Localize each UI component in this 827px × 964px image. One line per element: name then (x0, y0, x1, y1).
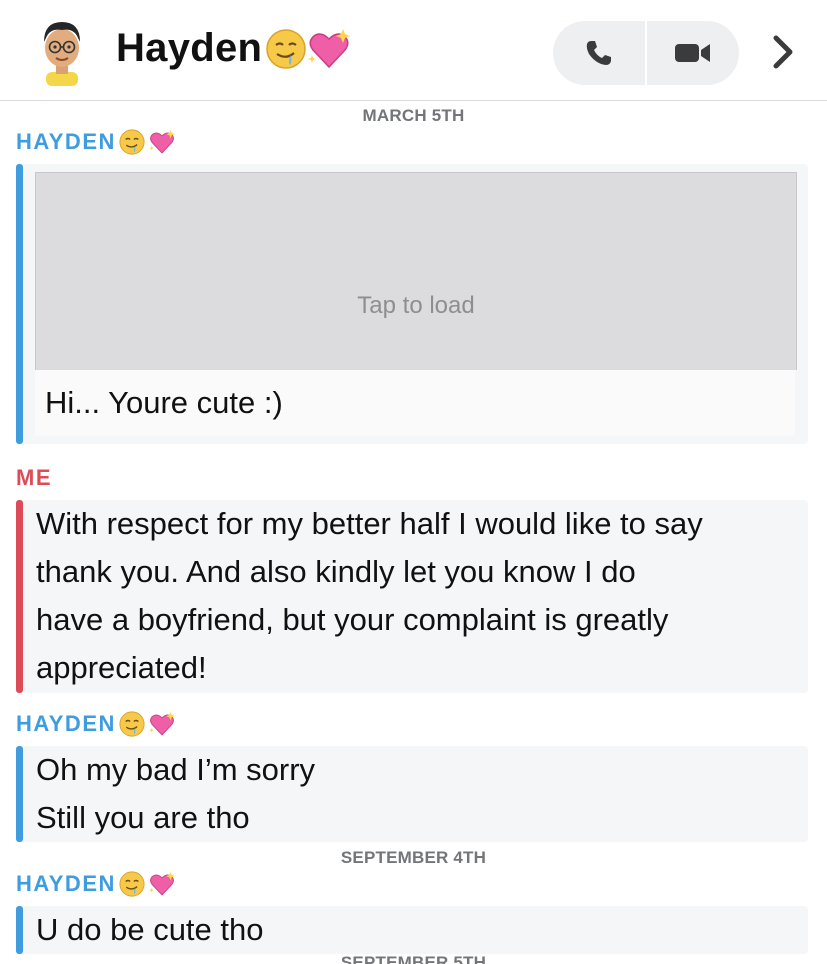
friend-message-bar (16, 164, 23, 444)
bitmoji-avatar[interactable] (34, 16, 90, 86)
message-text: Hi... Youre cute :) (45, 385, 283, 420)
message-line: Oh my bad I’m sorry (36, 752, 316, 787)
friend-message-bar (16, 746, 23, 842)
sparkling-heart-icon (149, 871, 175, 896)
sender-name: HAYDEN (16, 711, 116, 736)
drooling-face-icon (266, 28, 307, 69)
drooling-face-icon (119, 129, 145, 155)
sender-name: ME (16, 465, 52, 490)
message-line: appreciated! (36, 650, 207, 685)
sender-name: HAYDEN (16, 871, 116, 896)
chevron-right-icon[interactable] (768, 34, 798, 70)
contact-title[interactable]: Hayden (116, 26, 352, 71)
message-bubble[interactable]: With respect for my better half I would … (16, 500, 808, 693)
sender-label: HAYDEN (16, 128, 176, 156)
message-line: U do be cute tho (36, 912, 264, 947)
drooling-face-icon (119, 711, 145, 737)
message-bubble[interactable]: U do be cute tho (16, 906, 808, 954)
date-separator-clipped: SEPTEMBER 5TH (340, 953, 487, 964)
sparkling-heart-icon (308, 28, 351, 68)
date-separator: SEPTEMBER 4TH (340, 848, 487, 867)
drooling-face-icon (119, 871, 145, 897)
message-line: With respect for my better half I would … (36, 506, 703, 541)
media-placeholder[interactable]: Tap to load (35, 172, 797, 370)
sender-label: HAYDEN (16, 870, 176, 898)
phone-icon (586, 41, 611, 65)
video-camera-icon (675, 44, 710, 62)
message-line: have a boyfriend, but your complaint is … (36, 602, 669, 637)
tap-to-load-label: Tap to load (357, 292, 475, 319)
message-line: Still you are tho (36, 800, 250, 835)
sender-label: HAYDEN (16, 710, 176, 738)
video-call-button[interactable] (647, 21, 739, 85)
voice-call-button[interactable] (553, 21, 645, 85)
my-message-bar (16, 500, 23, 693)
message-bubble[interactable]: Oh my bad I’m sorry Still you are tho (16, 746, 808, 842)
sender-label: ME (16, 465, 52, 491)
message-bubble[interactable]: Tap to load Hi... Youre cute :) (16, 164, 808, 444)
chat-header: Hayden (0, 0, 827, 101)
friend-message-bar (16, 906, 23, 954)
contact-name: Hayden (116, 26, 263, 70)
sender-name: HAYDEN (16, 129, 116, 154)
sparkling-heart-icon (149, 129, 175, 154)
media-caption-box: Hi... Youre cute :) (35, 370, 795, 436)
date-separator: MARCH 5TH (362, 106, 465, 125)
call-button-group (553, 21, 739, 85)
sparkling-heart-icon (149, 711, 175, 736)
message-line: thank you. And also kindly let you know … (36, 554, 636, 589)
